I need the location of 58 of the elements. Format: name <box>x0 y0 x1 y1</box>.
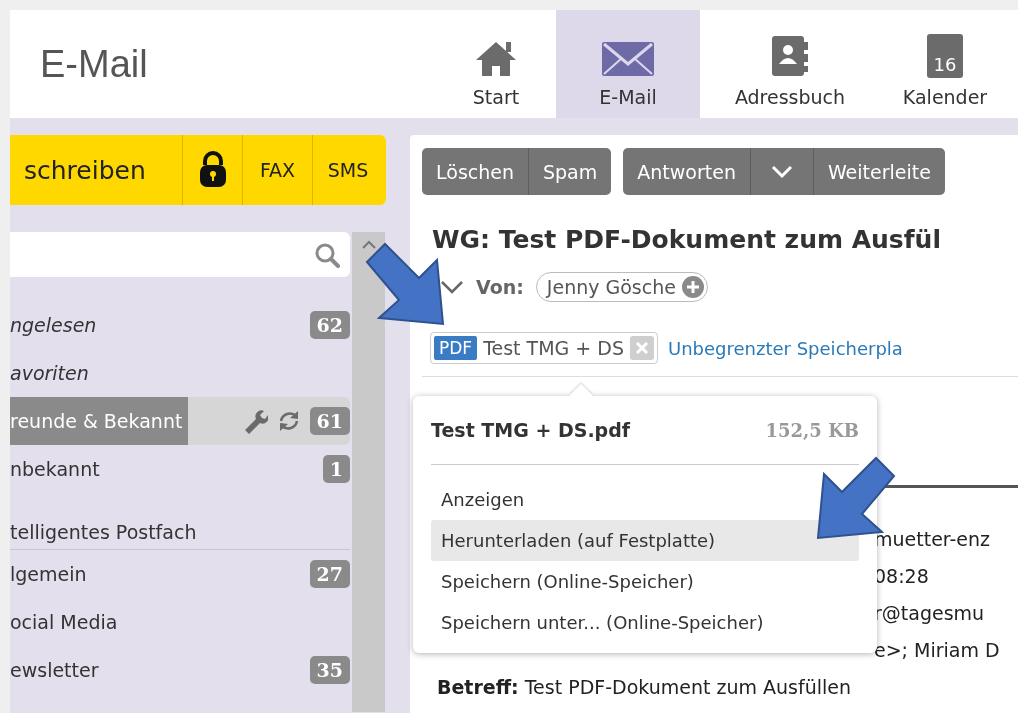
body-text: muetter-enz <box>874 528 990 550</box>
folder-row[interactable]: lgemein 27 <box>10 550 350 598</box>
menu-item[interactable]: Herunterladen (auf Festplatte) <box>431 520 859 561</box>
body-text: r@tagesmu <box>874 602 985 624</box>
chevron-icon[interactable] <box>440 280 464 294</box>
folder-row[interactable]: nbekannt 1 <box>10 445 350 493</box>
tab-label: Adressbuch <box>734 86 846 108</box>
from-label: Von: <box>476 276 524 298</box>
tab-label: Start <box>472 86 520 108</box>
folder-name: ocial Media <box>10 611 118 633</box>
app-title: E-Mail <box>40 42 148 86</box>
calendar-icon: 16 <box>927 34 963 78</box>
search-field[interactable] <box>10 232 350 277</box>
folder-row[interactable]: ngelesen 62 <box>10 301 350 349</box>
attachment-chip[interactable]: PDF Test TMG + DS <box>430 332 658 364</box>
file-size: 152,5 KB <box>765 419 859 441</box>
folder-row[interactable]: avoriten <box>10 349 350 397</box>
message-subject: WG: Test PDF-Dokument zum Ausfül <box>432 225 942 254</box>
address-book-icon <box>770 34 810 78</box>
folder-name: reunde & Bekannt <box>10 397 189 445</box>
toolbar-button[interactable]: Antworten <box>623 148 751 195</box>
caret-up-icon[interactable] <box>360 240 377 250</box>
plus-icon[interactable] <box>681 276 704 298</box>
menu-item[interactable]: Speichern unter... (Online-Speicher) <box>431 602 764 643</box>
folder-row[interactable]: ocial Media <box>10 598 350 646</box>
menu-item[interactable]: Speichern (Online-Speicher) <box>431 561 694 602</box>
tab-label: Kalender <box>902 86 988 108</box>
file-type-badge: PDF <box>434 336 478 360</box>
file-name: Test TMG + DS.pdf <box>431 419 631 441</box>
storage-link[interactable]: Unbegrenzter Speicherpla <box>668 337 903 359</box>
nav-tab[interactable]: Adressbuch <box>700 10 880 118</box>
count-badge: 27 <box>309 560 350 588</box>
sender-name: Jenny Gösche <box>546 276 676 298</box>
folder-row[interactable]: ewsletter 35 <box>10 646 350 694</box>
header-field: Betreff: Test PDF-Dokument zum Ausfüllen <box>422 669 1018 706</box>
nav-tab[interactable]: Start <box>436 10 556 118</box>
count-badge: 1 <box>322 455 350 483</box>
menu-item[interactable]: Anzeigen <box>431 479 525 520</box>
count-badge: 61 <box>309 407 350 435</box>
tab-label: E-Mail <box>599 86 657 108</box>
nav-tab[interactable]: E-Mail <box>556 10 700 118</box>
section-heading: telligentes Postfach <box>10 521 350 550</box>
count-badge: 35 <box>309 656 350 684</box>
body-text: e>; Miriam D <box>874 639 1000 661</box>
folder-name: ewsletter <box>10 659 99 681</box>
toolbar-button[interactable]: Spam <box>529 148 612 195</box>
folder-name: ngelesen <box>10 314 97 336</box>
folder-name: lgemein <box>10 563 87 585</box>
attachment-name: Test TMG + DS <box>483 337 624 359</box>
search-icon <box>314 241 340 268</box>
toolbar-button[interactable]: Weiterleite <box>813 148 945 195</box>
scrollbar[interactable] <box>352 232 385 712</box>
count-badge: 62 <box>309 311 350 339</box>
nav-tab[interactable]: 16 Kalender <box>880 10 1010 118</box>
chevron-icon <box>770 163 793 179</box>
folder-name: avoriten <box>10 362 89 384</box>
folder-name: nbekannt <box>10 458 100 480</box>
toolbar-button[interactable]: Löschen <box>422 148 529 195</box>
